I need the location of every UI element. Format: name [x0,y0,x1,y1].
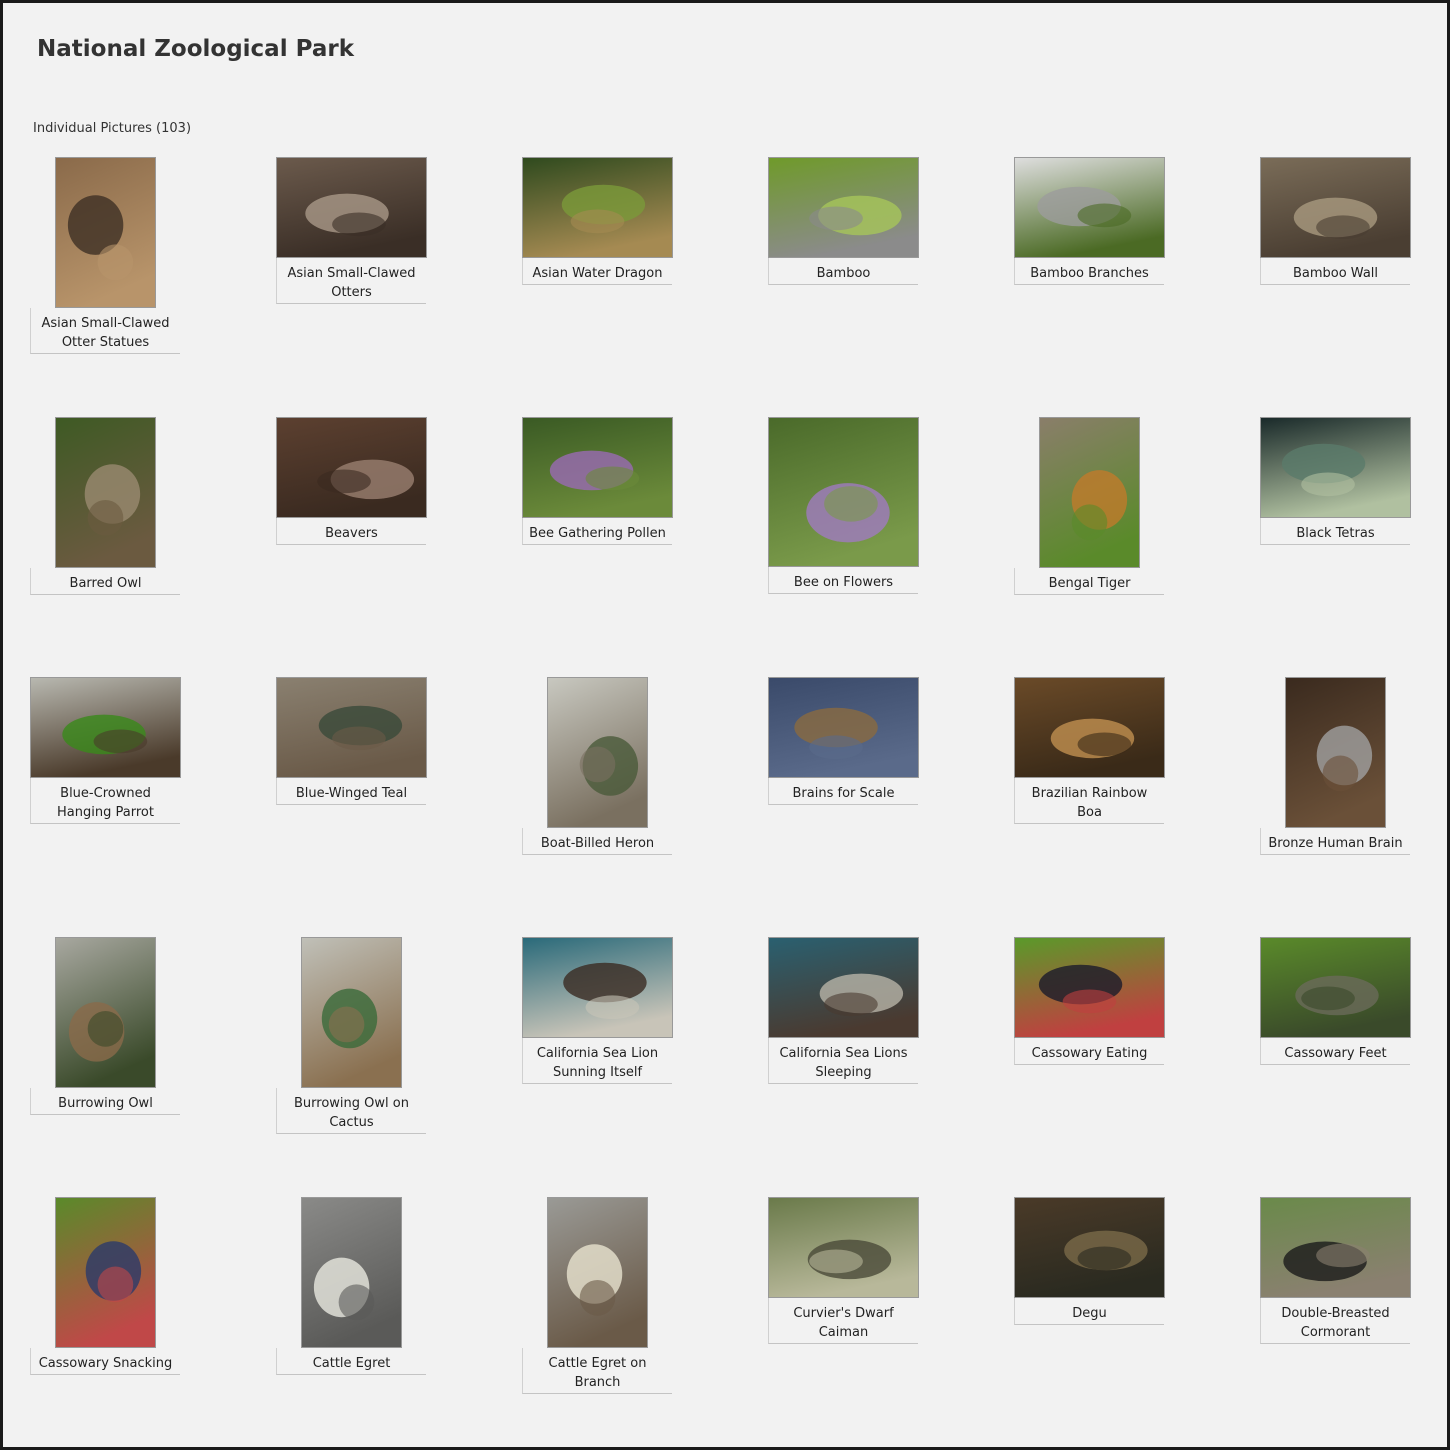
photo-caption[interactable]: Boat-Billed Heron [522,828,672,855]
photo-thumbnail[interactable] [1038,417,1140,568]
photo-tile[interactable]: California Sea Lion Sunning Itself [521,937,673,1084]
photo-tile[interactable]: Brazilian Rainbow Boa [1013,677,1165,824]
photo-caption[interactable]: Bamboo [768,258,918,285]
photo-caption[interactable]: Beavers [276,518,426,545]
photo-caption[interactable]: Burrowing Owl on Cactus [276,1088,426,1134]
photo-tile[interactable]: Bee on Flowers [767,417,919,594]
photo-tile[interactable]: Burrowing Owl on Cactus [276,937,426,1134]
photo-tile[interactable]: Asian Small-Clawed Otter Statues [30,157,180,354]
photo-caption[interactable]: Cassowary Feet [1260,1038,1410,1065]
photo-tile[interactable]: Double-Breasted Cormorant [1259,1197,1411,1344]
photo-thumbnail[interactable] [1013,937,1165,1038]
photo-tile[interactable]: Burrowing Owl [30,937,180,1115]
photo-tile[interactable]: Cassowary Eating [1013,937,1165,1065]
photo-thumbnail[interactable] [767,157,919,258]
photo-thumbnail[interactable] [275,417,427,518]
photo-thumbnail[interactable] [546,1197,648,1348]
photo-thumbnail[interactable] [1259,417,1411,518]
photo-thumbnail[interactable] [521,417,673,518]
photo-caption[interactable]: Cassowary Eating [1014,1038,1164,1065]
photo-thumbnail[interactable] [1013,1197,1165,1298]
photo-caption[interactable]: Degu [1014,1298,1164,1325]
photo-tile[interactable]: Degu [1013,1197,1165,1325]
photo-caption[interactable]: Bamboo Branches [1014,258,1164,285]
photo-caption[interactable]: Cassowary Snacking [30,1348,180,1375]
photo-thumbnail[interactable] [54,1197,156,1348]
photo-tile[interactable]: Blue-Winged Teal [275,677,427,805]
photo-grid: Asian Small-Clawed Otter Statues Asian Sm… [29,157,1420,1407]
photo-tile[interactable]: Beavers [275,417,427,545]
photo-tile[interactable]: Brains for Scale [767,677,919,805]
photo-caption[interactable]: Bamboo Wall [1260,258,1410,285]
photo-tile[interactable]: Cattle Egret [276,1197,426,1375]
photo-thumbnail[interactable] [767,937,919,1038]
photo-thumbnail[interactable] [1013,677,1165,778]
photo-thumbnail[interactable] [29,677,181,778]
photo-thumbnail[interactable] [767,1197,919,1298]
photo-tile[interactable]: Asian Small-Clawed Otters [275,157,427,304]
photo-caption[interactable]: Double-Breasted Cormorant [1260,1298,1410,1344]
photo-caption[interactable]: Bengal Tiger [1014,568,1164,595]
photo-caption[interactable]: Asian Water Dragon [522,258,672,285]
photo-tile[interactable]: Bronze Human Brain [1260,677,1410,855]
photo-caption[interactable]: Curvier's Dwarf Caiman [768,1298,918,1344]
photo-caption[interactable]: Bronze Human Brain [1260,828,1410,855]
photo-caption[interactable]: Burrowing Owl [30,1088,180,1115]
photo-caption[interactable]: Blue-Crowned Hanging Parrot [30,778,180,824]
photo-thumbnail[interactable] [275,157,427,258]
photo-caption[interactable]: California Sea Lion Sunning Itself [522,1038,672,1084]
photo-caption[interactable]: Cattle Egret on Branch [522,1348,672,1394]
photo-thumbnail[interactable] [54,417,156,568]
photo-thumbnail[interactable] [54,157,156,308]
photo-caption[interactable]: Brains for Scale [768,778,918,805]
photo-tile[interactable]: Barred Owl [30,417,180,595]
photo-tile[interactable]: Curvier's Dwarf Caiman [767,1197,919,1344]
photo-tile[interactable]: California Sea Lions Sleeping [767,937,919,1084]
photo-tile[interactable]: Blue-Crowned Hanging Parrot [29,677,181,824]
page-title: National Zoological Park [37,36,354,62]
photo-thumbnail[interactable] [546,677,648,828]
photo-caption[interactable]: Asian Small-Clawed Otters [276,258,426,304]
photo-caption[interactable]: Black Tetras [1260,518,1410,545]
photo-tile[interactable]: Cattle Egret on Branch [522,1197,672,1394]
photo-thumbnail[interactable] [1259,937,1411,1038]
photo-tile[interactable]: Asian Water Dragon [521,157,673,285]
photo-thumbnail[interactable] [521,937,673,1038]
photo-thumbnail[interactable] [300,1197,402,1348]
photo-caption[interactable]: Asian Small-Clawed Otter Statues [30,308,180,354]
section-label: Individual Pictures (103) [33,121,192,136]
photo-tile[interactable]: Boat-Billed Heron [522,677,672,855]
photo-thumbnail[interactable] [54,937,156,1088]
photo-tile[interactable]: Black Tetras [1259,417,1411,545]
photo-thumbnail[interactable] [300,937,402,1088]
photo-tile[interactable]: Cassowary Snacking [30,1197,180,1375]
photo-tile[interactable]: Bee Gathering Pollen [521,417,673,545]
photo-thumbnail[interactable] [521,157,673,258]
photo-thumbnail[interactable] [767,417,919,567]
photo-tile[interactable]: Cassowary Feet [1259,937,1411,1065]
photo-caption[interactable]: Brazilian Rainbow Boa [1014,778,1164,824]
photo-tile[interactable]: Bamboo [767,157,919,285]
photo-thumbnail[interactable] [1259,1197,1411,1298]
photo-thumbnail[interactable] [767,677,919,778]
photo-thumbnail[interactable] [1259,157,1411,258]
photo-caption[interactable]: Blue-Winged Teal [276,778,426,805]
photo-tile[interactable]: Bamboo Branches [1013,157,1165,285]
photo-thumbnail[interactable] [275,677,427,778]
photo-caption[interactable]: California Sea Lions Sleeping [768,1038,918,1084]
photo-thumbnail[interactable] [1284,677,1386,828]
photo-caption[interactable]: Barred Owl [30,568,180,595]
photo-caption[interactable]: Bee on Flowers [768,567,918,594]
photo-caption[interactable]: Cattle Egret [276,1348,426,1375]
photo-caption[interactable]: Bee Gathering Pollen [522,518,672,545]
photo-tile[interactable]: Bengal Tiger [1014,417,1164,595]
photo-tile[interactable]: Bamboo Wall [1259,157,1411,285]
photo-thumbnail[interactable] [1013,157,1165,258]
